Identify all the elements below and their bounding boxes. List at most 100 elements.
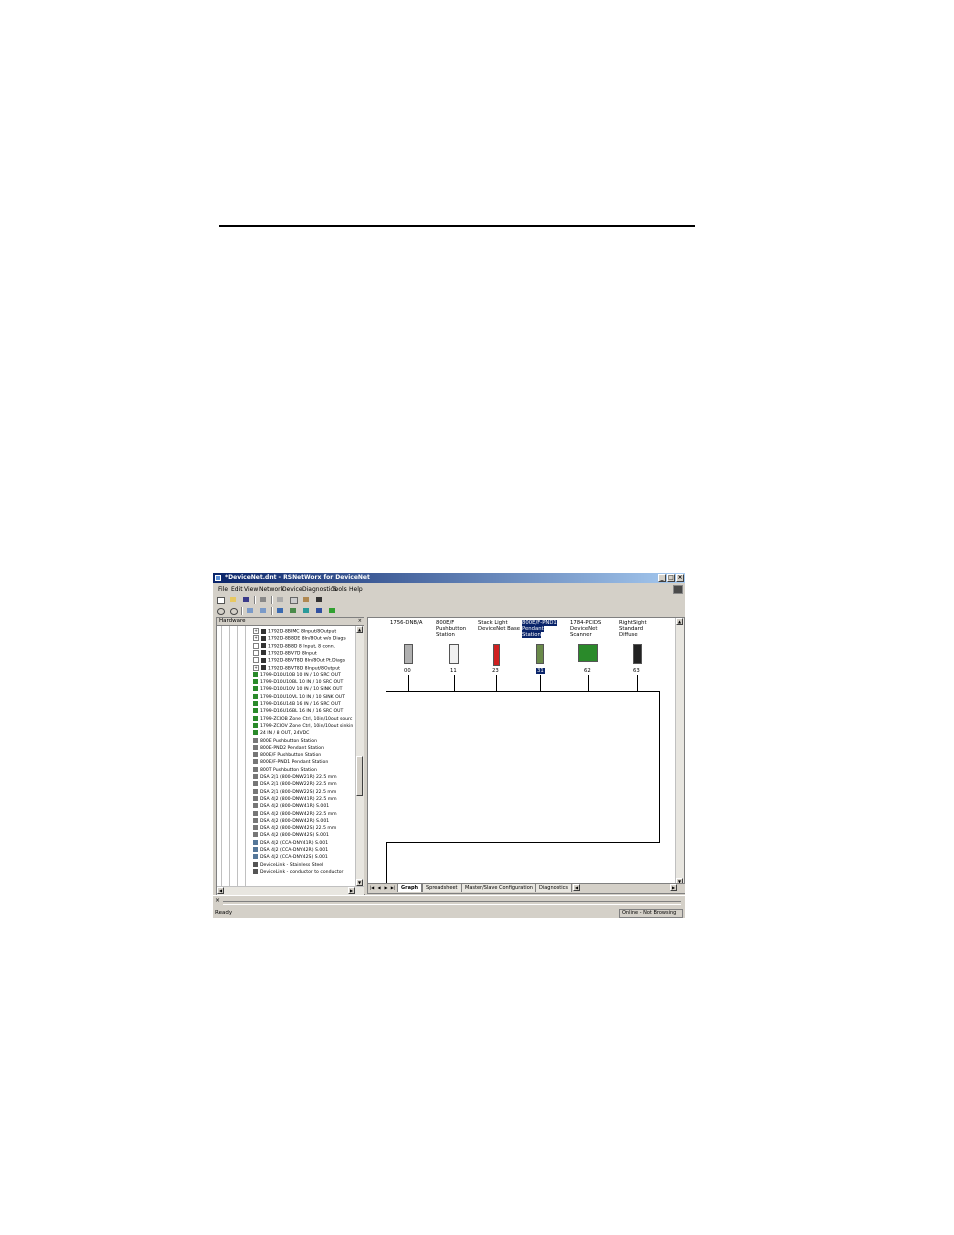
hardware-tree-item[interactable]: DSA 4|2 (CCA-DNY42S) S.001 — [253, 854, 328, 861]
hardware-tree-item[interactable]: DSA 4|2 (CCA-DNY41R) S.001 — [253, 839, 328, 847]
hardware-vertical-scrollbar[interactable]: ▲ ▼ — [355, 626, 364, 886]
hardware-tree-item[interactable]: 1799-D10U10V 10 IN / 10 SINK OUT — [253, 686, 342, 693]
photoelectric-sensor-icon[interactable] — [632, 644, 642, 664]
hardware-tree-item[interactable]: 800E/F-PND1 Pendant Station — [253, 759, 328, 766]
hardware-tree-item[interactable]: +1792D-8B8DE 8In/8Out w/o Diags — [253, 635, 346, 642]
single-pass-browse-icon[interactable] — [245, 606, 256, 616]
tab-spreadsheet[interactable]: Spreadsheet — [422, 884, 462, 892]
hardware-tree-item[interactable]: 1792D-8B8D 8 Input, 8 conn. — [253, 642, 335, 650]
hardware-tree-item[interactable]: DSA 2|1 (800-DNW21R) 22.5 mm — [253, 774, 337, 781]
maximize-button[interactable]: □ — [667, 574, 675, 582]
controller-module-icon[interactable] — [403, 644, 413, 664]
pushbutton-station-icon[interactable] — [449, 644, 459, 664]
hardware-tree-item[interactable]: 1799-D10U10VL 10 IN / 10 SINK OUT — [253, 693, 345, 701]
hardware-tree-item[interactable]: DSA 2|1 (800-DNW22R) 22.5 mm — [253, 781, 337, 788]
scroll-up-icon[interactable]: ▲ — [676, 618, 683, 625]
hardware-tree-item[interactable]: 1792D-8BV7D 8Input — [253, 649, 317, 657]
scroll-left-icon[interactable]: ◀ — [573, 884, 580, 891]
hardware-horizontal-scrollbar[interactable]: ◀ ▶ — [217, 886, 364, 895]
hardware-tree-item[interactable]: 1799-D16U14B 16 IN / 16 SRC OUT — [253, 701, 341, 708]
zoom-in-icon[interactable] — [215, 606, 226, 616]
properties-icon[interactable] — [314, 606, 325, 616]
hardware-tree-item[interactable]: +1792D-8BVT8D 8Input/8Output — [253, 664, 340, 672]
hardware-tree-item[interactable]: DSA 4|2 (800-DNW42R) 22.5 mm — [253, 810, 337, 818]
expand-icon[interactable] — [253, 642, 259, 649]
hardware-tree-item[interactable]: DSA 2|1 (800-DNW22S) 22.5 mm — [253, 788, 336, 796]
prev-tab-icon[interactable]: ◀ — [376, 885, 382, 891]
network-device-node[interactable]: 1784-PCIDS DeviceNet Scanner — [570, 620, 620, 638]
hardware-tree-item[interactable]: 1799-D10U10B 10 IN / 10 SRC OUT — [253, 671, 341, 679]
title-bar[interactable]: *DeviceNet.dnt - RSNetWorx for DeviceNet… — [213, 573, 685, 583]
copy-icon[interactable] — [288, 595, 299, 605]
tab-master-slave-configuration[interactable]: Master/Slave Configuration — [461, 884, 537, 892]
menu-network[interactable]: Network — [259, 586, 284, 593]
stack-light-icon[interactable] — [492, 644, 500, 666]
scroll-left-icon[interactable]: ◀ — [217, 887, 224, 894]
hardware-tree-item[interactable]: 800E-PND2 Pendant Station — [253, 744, 324, 752]
open-icon[interactable] — [228, 595, 239, 605]
hardware-tree-item[interactable]: 1799-ZCIOB Zone Ctrl, 10in/10out sourc — [253, 715, 352, 723]
hardware-tree-item[interactable]: 1799-ZCIOV Zone Ctrl, 10in/10out sinkin — [253, 722, 353, 730]
diagnostics-icon[interactable] — [301, 606, 312, 616]
scroll-thumb[interactable] — [356, 756, 363, 796]
app-icon[interactable] — [215, 575, 221, 581]
close-message-pane-icon[interactable]: × — [215, 897, 220, 904]
hardware-tree-item[interactable]: DeviceLink - Stainless Steel — [253, 861, 323, 869]
network-device-node[interactable]: RightSight Standard Diffuse — [619, 620, 669, 638]
network-graph-view[interactable]: 1756-DNB/A 00 800E/F Pushbutton Station 11 S… — [367, 617, 685, 894]
save-icon[interactable] — [241, 595, 252, 605]
first-tab-icon[interactable]: |◀ — [369, 885, 375, 891]
menu-edit[interactable]: Edit — [231, 586, 243, 593]
hardware-tree-item[interactable]: DSA 4|2 (800-DNW42S) 22.5 mm — [253, 825, 336, 832]
menu-device[interactable]: Device — [282, 586, 303, 593]
menu-help[interactable]: Help — [349, 586, 363, 593]
hardware-tree-item[interactable]: 24 IN / 8 OUT, 24VDC — [253, 730, 309, 737]
hardware-tree-item[interactable]: 1792D-8BVT8D 8In/8Out Pt.Diags — [253, 657, 345, 664]
scroll-right-icon[interactable]: ▶ — [670, 884, 677, 891]
network-device-node[interactable]: 800E/F-PND1 Pendant Station — [522, 620, 572, 638]
scroll-up-icon[interactable]: ▲ — [356, 626, 363, 633]
hardware-tree-item[interactable]: 800E/F Pushbutton Station — [253, 752, 321, 759]
scroll-down-icon[interactable]: ▼ — [356, 879, 363, 886]
hardware-tree-item[interactable]: DSA 4|2 (800-DNW41R) S.001 — [253, 803, 329, 810]
close-button[interactable]: × — [676, 574, 684, 582]
close-panel-icon[interactable]: × — [358, 618, 362, 624]
paste-icon[interactable] — [301, 595, 312, 605]
network-icon[interactable] — [288, 606, 299, 616]
hardware-tree-item[interactable]: DSA 4|2 (800-DNW42R) S.001 — [253, 817, 329, 825]
network-device-node[interactable]: 1756-DNB/A — [390, 620, 440, 626]
hardware-tree-item[interactable]: 1799-D16U16BL 16 IN / 16 SRC OUT — [253, 708, 343, 715]
hardware-tree[interactable]: +1792D-8BIMC 8Input/8Output +1792D-8B8DE … — [217, 626, 354, 886]
expand-icon[interactable]: + — [253, 635, 259, 642]
tab-graph[interactable]: Graph — [397, 884, 423, 892]
menu-tools[interactable]: Tools — [332, 586, 347, 593]
continuous-browse-icon[interactable] — [258, 606, 269, 616]
cut-icon[interactable] — [275, 595, 286, 605]
pci-scanner-card-icon[interactable] — [578, 644, 598, 662]
menu-view[interactable]: View — [244, 586, 258, 593]
graph-vertical-scrollbar[interactable]: ▲ ▼ — [675, 618, 684, 885]
expand-icon[interactable] — [253, 657, 259, 664]
hardware-tree-item[interactable]: DSA 4|2 (800-DNW41R) 22.5 mm — [253, 795, 337, 803]
edc-icon[interactable] — [327, 606, 338, 616]
menu-file[interactable]: File — [218, 586, 228, 593]
hardware-tree-item[interactable]: DSA 4|2 (CCA-DNY42R) S.001 — [253, 847, 328, 854]
network-device-node[interactable]: Stack Light DeviceNet Base — [478, 620, 528, 632]
hardware-tree-item[interactable]: DeviceLink - conductor to conductor — [253, 868, 343, 876]
hardware-tree-item[interactable]: 1799-D10U10BL 10 IN / 10 SRC OUT — [253, 679, 343, 686]
new-icon[interactable] — [215, 595, 226, 605]
zoom-out-icon[interactable] — [228, 606, 239, 616]
expand-icon[interactable]: + — [253, 664, 259, 671]
print-icon[interactable] — [258, 595, 269, 605]
pendant-station-icon[interactable] — [536, 644, 544, 664]
hardware-tree-item[interactable]: DSA 4|2 (800-DNW42S) S.001 — [253, 832, 329, 839]
upload-download-icon[interactable] — [275, 606, 286, 616]
scroll-right-icon[interactable]: ▶ — [348, 887, 355, 894]
tab-diagnostics[interactable]: Diagnostics — [535, 884, 573, 892]
whats-this-icon[interactable] — [314, 595, 325, 605]
hardware-tree-item[interactable]: +1792D-8BIMC 8Input/8Output — [253, 628, 336, 635]
hardware-tree-item[interactable]: 800E Pushbutton Station — [253, 737, 317, 745]
last-tab-icon[interactable]: ▶| — [390, 885, 396, 891]
expand-icon[interactable] — [253, 649, 259, 656]
hardware-tree-item[interactable]: 800T Pushbutton Station — [253, 766, 317, 774]
